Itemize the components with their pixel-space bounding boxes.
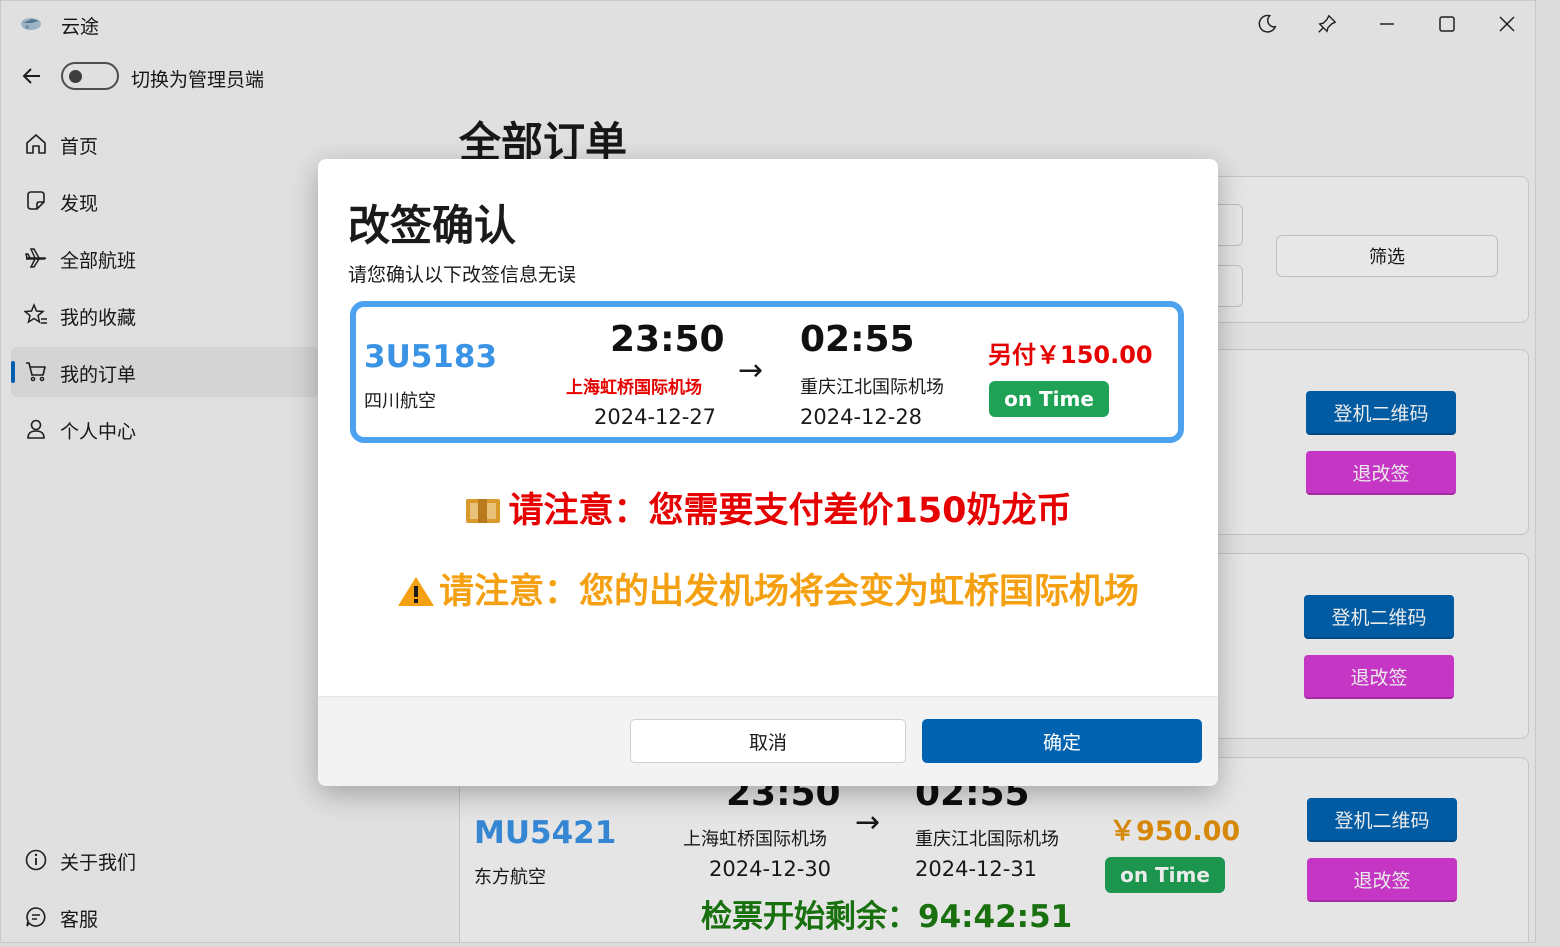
- money-icon: [466, 499, 501, 523]
- airport-change-notice-text: 请注意：您的出发机场将会变为虹桥国际机场: [438, 572, 1139, 612]
- arrival-airport: 重庆江北国际机场: [800, 377, 944, 398]
- status-badge: on Time: [989, 381, 1109, 417]
- airline-name: 四川航空: [364, 391, 436, 412]
- departure-time: 23:50: [610, 319, 725, 360]
- dialog-title: 改签确认: [348, 201, 517, 250]
- payment-notice: 请注意：您需要支付差价150奶龙币: [318, 482, 1218, 533]
- new-flight-card: 3U5183 四川航空 23:50 上海虹桥国际机场 2024-12-27 → …: [350, 301, 1184, 443]
- cancel-button[interactable]: 取消: [630, 719, 906, 763]
- flight-number: 3U5183: [364, 339, 498, 375]
- dialog-subtitle: 请您确认以下改签信息无误: [348, 264, 577, 286]
- extra-fee: 另付￥150.00: [988, 341, 1153, 369]
- payment-notice-text: 请注意：您需要支付差价150奶龙币: [508, 491, 1072, 531]
- arrival-time: 02:55: [800, 319, 915, 360]
- arrival-date: 2024-12-28: [800, 405, 923, 429]
- departure-date: 2024-12-27: [594, 405, 717, 429]
- dialog-footer: 取消 确定: [318, 696, 1218, 786]
- confirm-button[interactable]: 确定: [922, 719, 1202, 763]
- reschedule-confirm-dialog: 改签确认 请您确认以下改签信息无误 3U5183 四川航空 23:50 上海虹桥…: [318, 159, 1218, 786]
- route-arrow: →: [738, 353, 764, 388]
- warning-icon: [397, 577, 434, 606]
- airport-change-notice: 请注意：您的出发机场将会变为虹桥国际机场: [318, 563, 1218, 614]
- departure-airport: 上海虹桥国际机场: [566, 378, 702, 398]
